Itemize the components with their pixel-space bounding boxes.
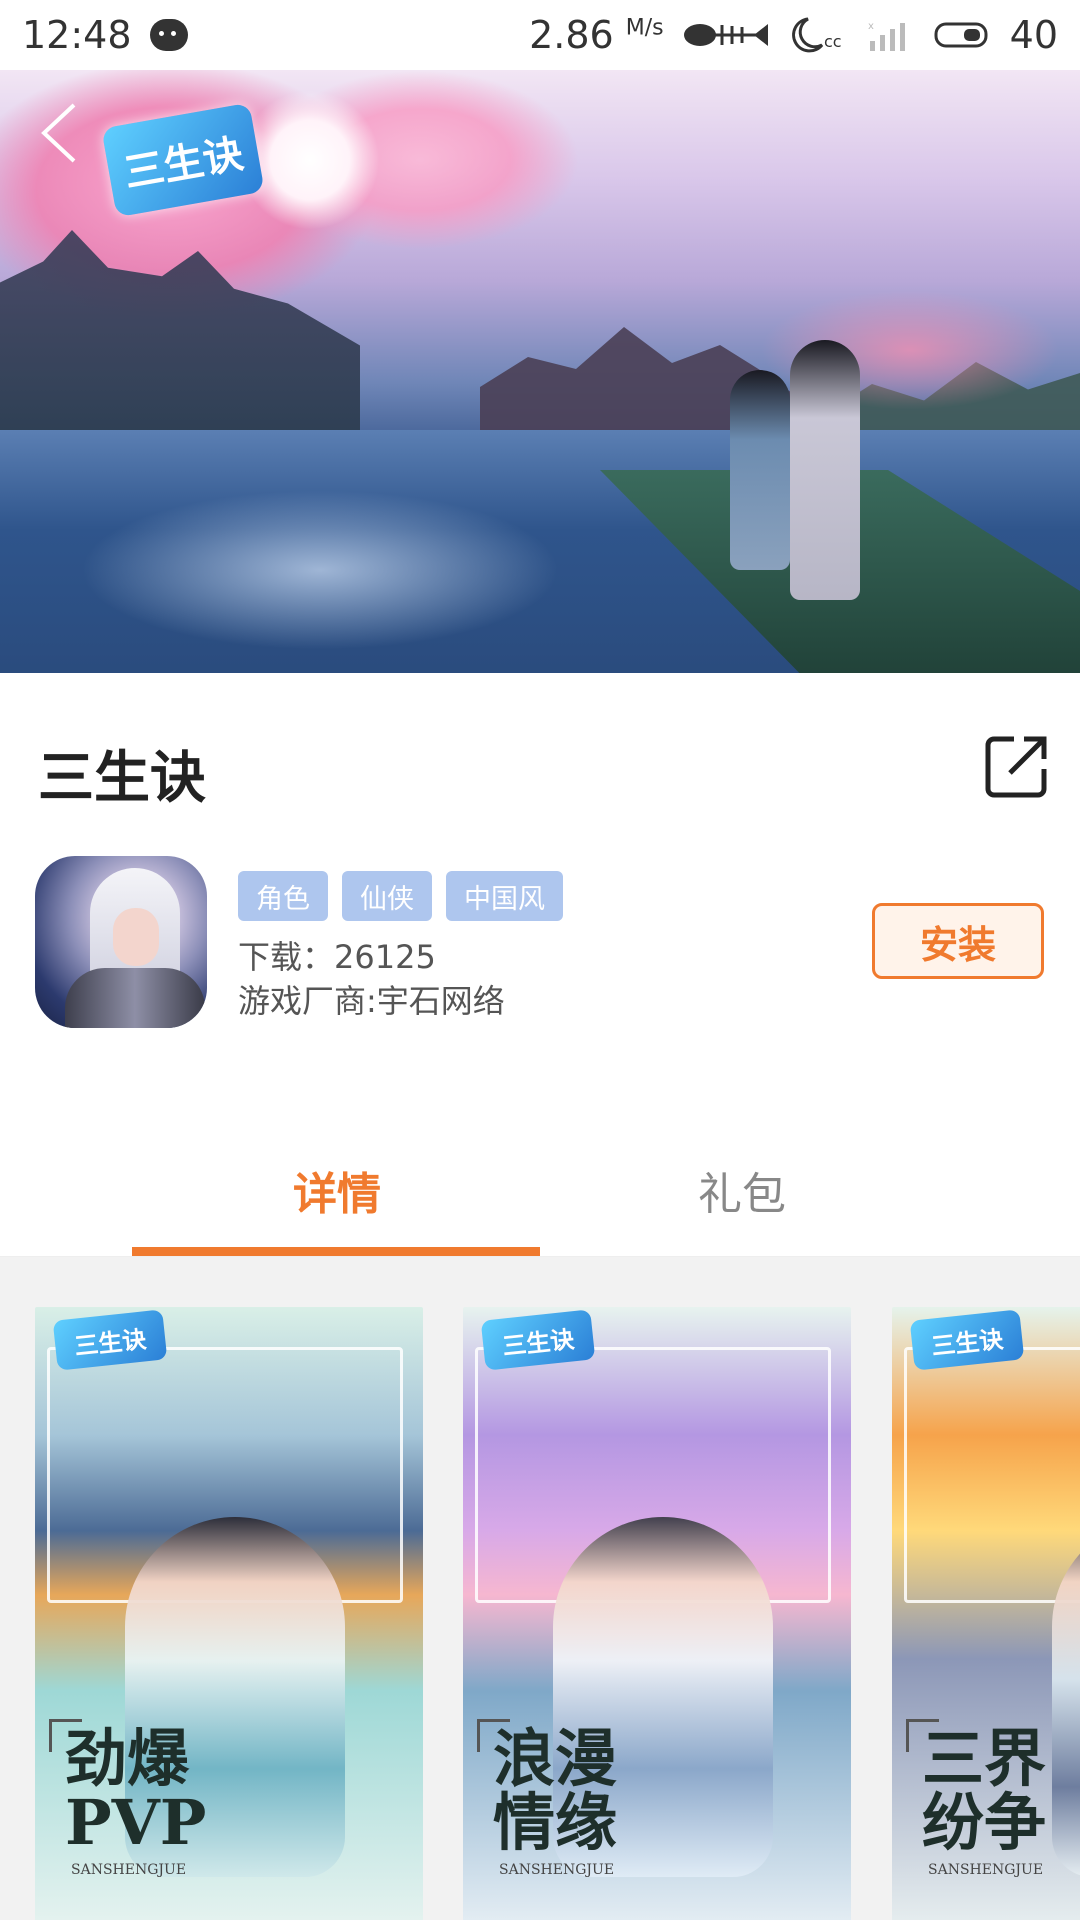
tag[interactable]: 仙侠	[342, 871, 432, 921]
signal-icon: x	[866, 17, 916, 53]
screenshot-gallery[interactable]: 三生诀 劲爆 PVP SANSHENGJUE 三生诀 浪漫 情缘 SANSHEN…	[0, 1257, 1080, 1920]
battery-level: 40	[1009, 13, 1058, 57]
svg-text:x: x	[868, 21, 874, 32]
status-bar: 12:48 2.86 M/s cc x 40	[0, 0, 1080, 70]
screenshot-slogan: 劲爆 PVP	[65, 1722, 207, 1859]
title-section: 三生诀	[0, 673, 1080, 813]
install-button[interactable]: 安装	[872, 903, 1044, 979]
back-arrow-icon	[41, 103, 76, 163]
character-figure	[790, 340, 860, 600]
share-icon	[985, 736, 1047, 798]
screenshot-slogan: 三界 纷争	[922, 1722, 1047, 1859]
screenshot-subtitle: SANSHENGJUE	[928, 1862, 1044, 1878]
tag-list: 角色 仙侠 中国风	[238, 871, 563, 921]
active-tab-indicator	[132, 1247, 540, 1256]
tab-gift[interactable]: 礼包	[698, 1158, 786, 1222]
screenshot-item[interactable]: 三生诀 三界 纷争 SANSHENGJUE	[892, 1307, 1080, 1920]
tab-bar: 详情 礼包	[0, 1120, 1080, 1257]
share-button[interactable]	[984, 733, 1050, 799]
tag[interactable]: 角色	[238, 871, 328, 921]
svg-text:cc: cc	[824, 32, 842, 51]
screenshot-item[interactable]: 三生诀 浪漫 情缘 SANSHENGJUE	[463, 1307, 851, 1920]
network-speed: 2.86 M/s	[529, 13, 664, 57]
back-button[interactable]	[28, 98, 88, 168]
page-title: 三生诀	[38, 746, 206, 811]
app-icon	[35, 856, 207, 1028]
moon-icon: cc	[788, 17, 848, 53]
tab-details[interactable]: 详情	[293, 1158, 381, 1222]
battery-icon	[934, 20, 992, 50]
chat-icon	[149, 19, 188, 51]
hero-banner: 三生诀	[0, 70, 1080, 673]
tag[interactable]: 中国风	[446, 871, 563, 921]
status-time: 12:48	[22, 13, 132, 57]
screenshot-item[interactable]: 三生诀 劲爆 PVP SANSHENGJUE	[35, 1307, 423, 1920]
screenshot-subtitle: SANSHENGJUE	[499, 1862, 615, 1878]
vendor-name: 游戏厂商:宇石网络	[238, 982, 505, 1020]
download-count: 下载：26125	[238, 938, 436, 976]
fish-icon	[682, 20, 770, 50]
screenshot-subtitle: SANSHENGJUE	[71, 1862, 187, 1878]
screenshot-slogan: 浪漫 情缘	[493, 1722, 618, 1859]
character-figure	[730, 370, 790, 570]
